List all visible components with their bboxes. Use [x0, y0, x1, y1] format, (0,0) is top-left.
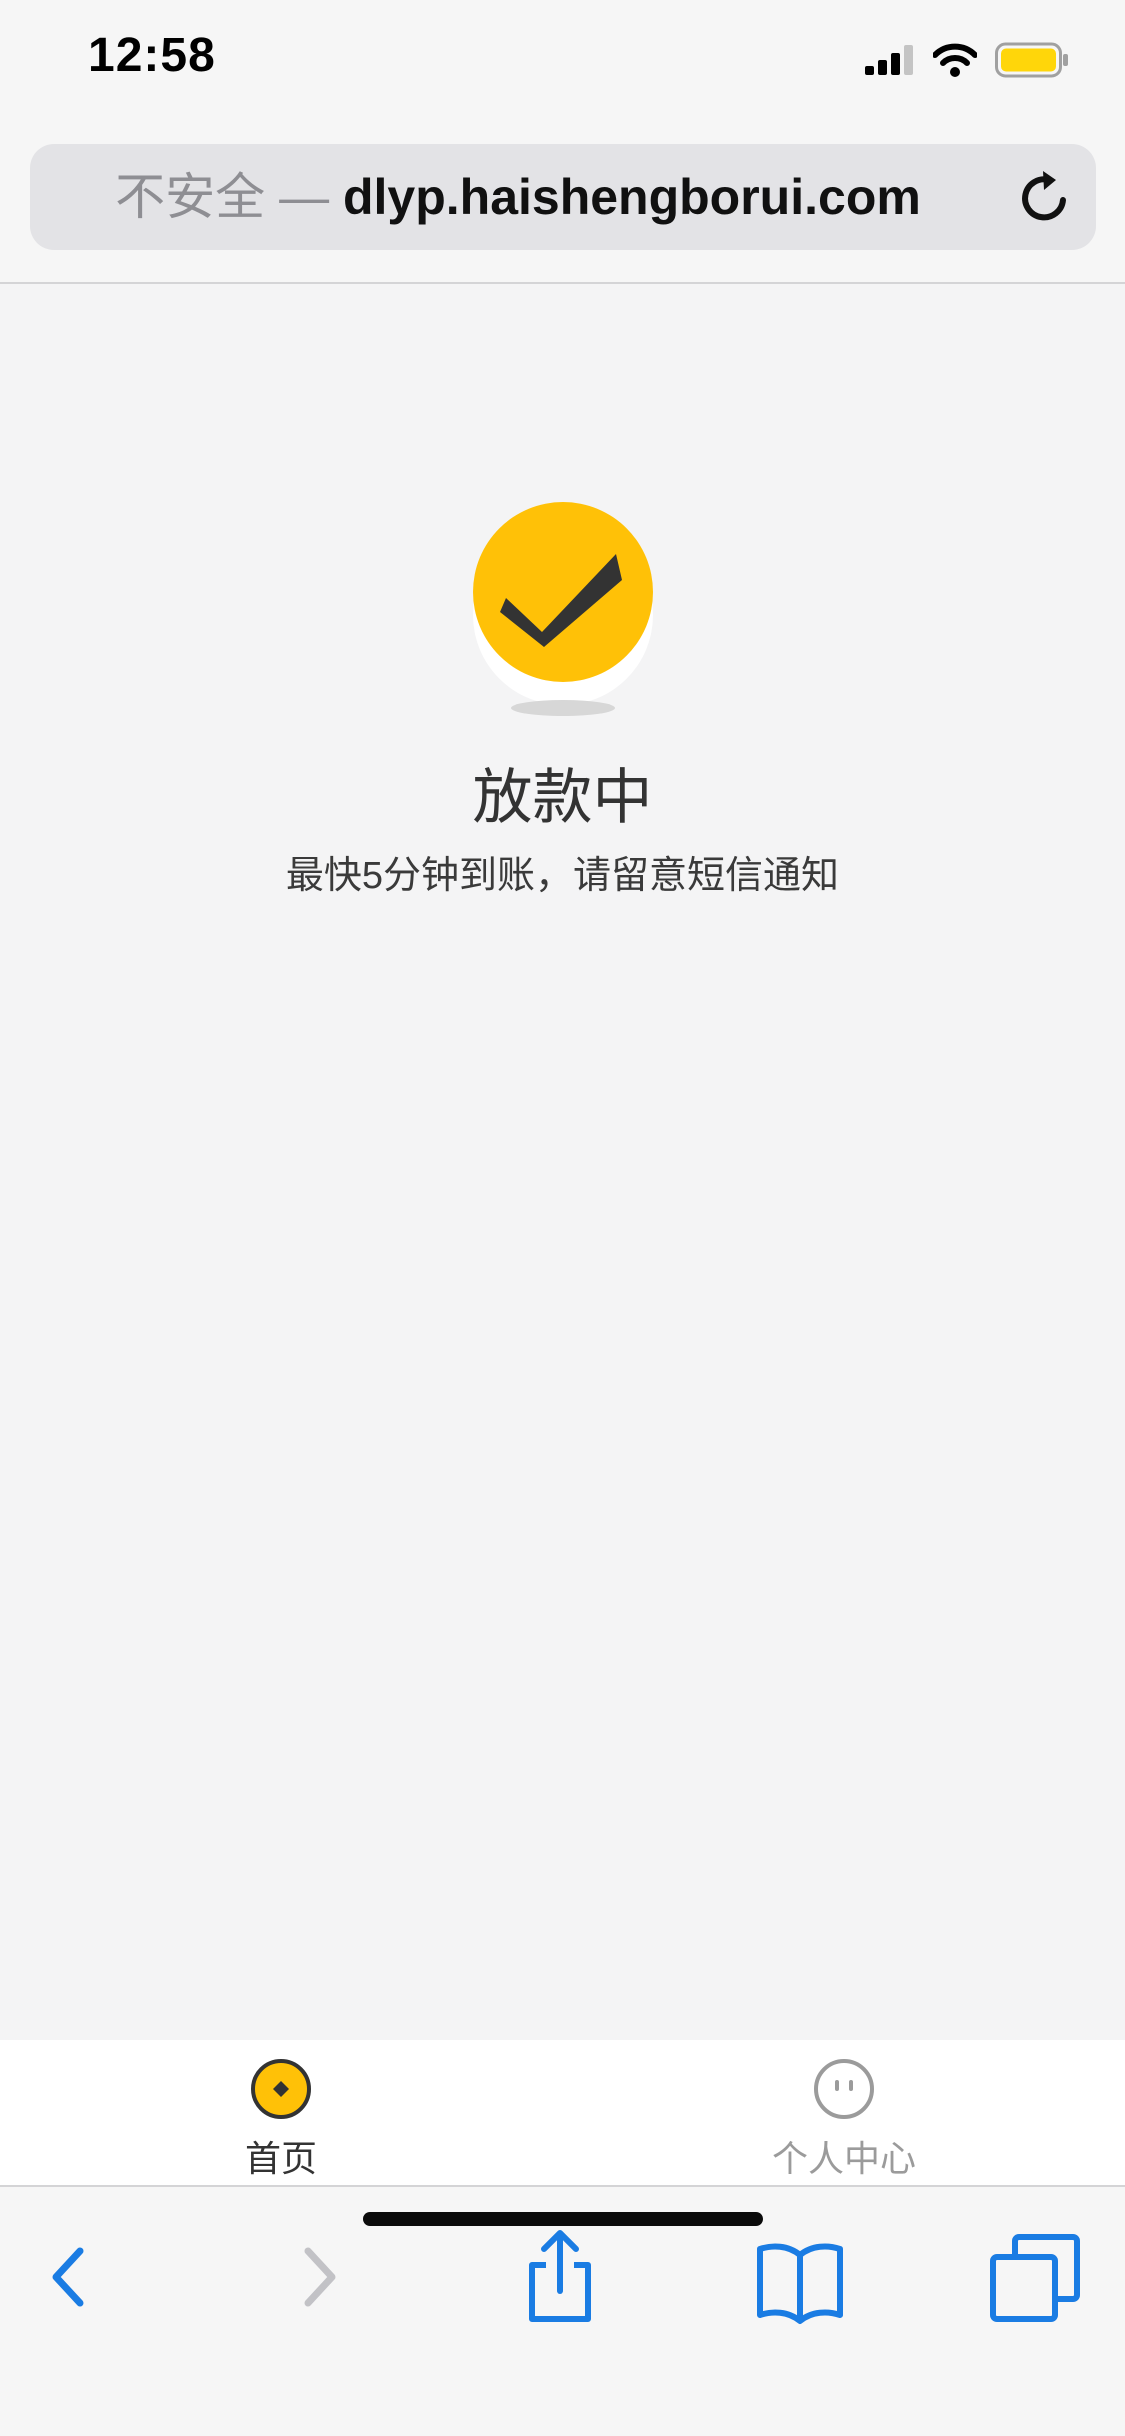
- battery-icon: [995, 42, 1068, 78]
- address-bar-area: 不安全 — dlyp.haishengborui.com: [0, 130, 1125, 284]
- coin-icon: [251, 2059, 311, 2119]
- status-subtitle: 最快5分钟到账，请留意短信通知: [285, 855, 840, 897]
- face-icon: [814, 2059, 874, 2119]
- tab-home[interactable]: 首页: [0, 2040, 562, 2185]
- wifi-icon: [933, 43, 977, 77]
- tab-profile-label: 个人中心: [771, 2138, 916, 2179]
- url-display[interactable]: 不安全 — dlyp.haishengborui.com: [30, 144, 1006, 250]
- tab-home-label: 首页: [244, 2138, 317, 2179]
- not-secure-label: 不安全 —: [115, 169, 330, 225]
- forward-button[interactable]: [268, 2227, 368, 2327]
- tabs-icon: [990, 2234, 1080, 2322]
- share-icon: [529, 2230, 591, 2322]
- bookmarks-icon: [757, 2243, 843, 2324]
- home-indicator[interactable]: [363, 2212, 763, 2226]
- bookmarks-button[interactable]: [750, 2227, 850, 2327]
- back-icon: [52, 2247, 84, 2307]
- domain-label: dlyp.haishengborui.com: [342, 169, 921, 225]
- status-icons: [865, 40, 1069, 80]
- status-title: 放款中: [472, 764, 653, 831]
- cellular-signal-icon: [865, 45, 913, 75]
- share-button[interactable]: [510, 2227, 610, 2327]
- status-time: 12:58: [88, 29, 216, 82]
- address-bar[interactable]: 不安全 — dlyp.haishengborui.com: [30, 144, 1096, 250]
- back-button[interactable]: [20, 2227, 120, 2327]
- status-bar: 12:58: [0, 0, 1125, 130]
- reload-icon[interactable]: [1016, 169, 1074, 227]
- app-tab-bar: 首页 个人中心: [0, 2040, 1125, 2187]
- page-content: 放款中 最快5分钟到账，请留意短信通知: [0, 284, 1125, 2040]
- tab-profile[interactable]: 个人中心: [563, 2040, 1125, 2185]
- forward-icon: [304, 2247, 336, 2307]
- success-check-icon: [473, 502, 653, 716]
- tabs-button[interactable]: [985, 2227, 1085, 2327]
